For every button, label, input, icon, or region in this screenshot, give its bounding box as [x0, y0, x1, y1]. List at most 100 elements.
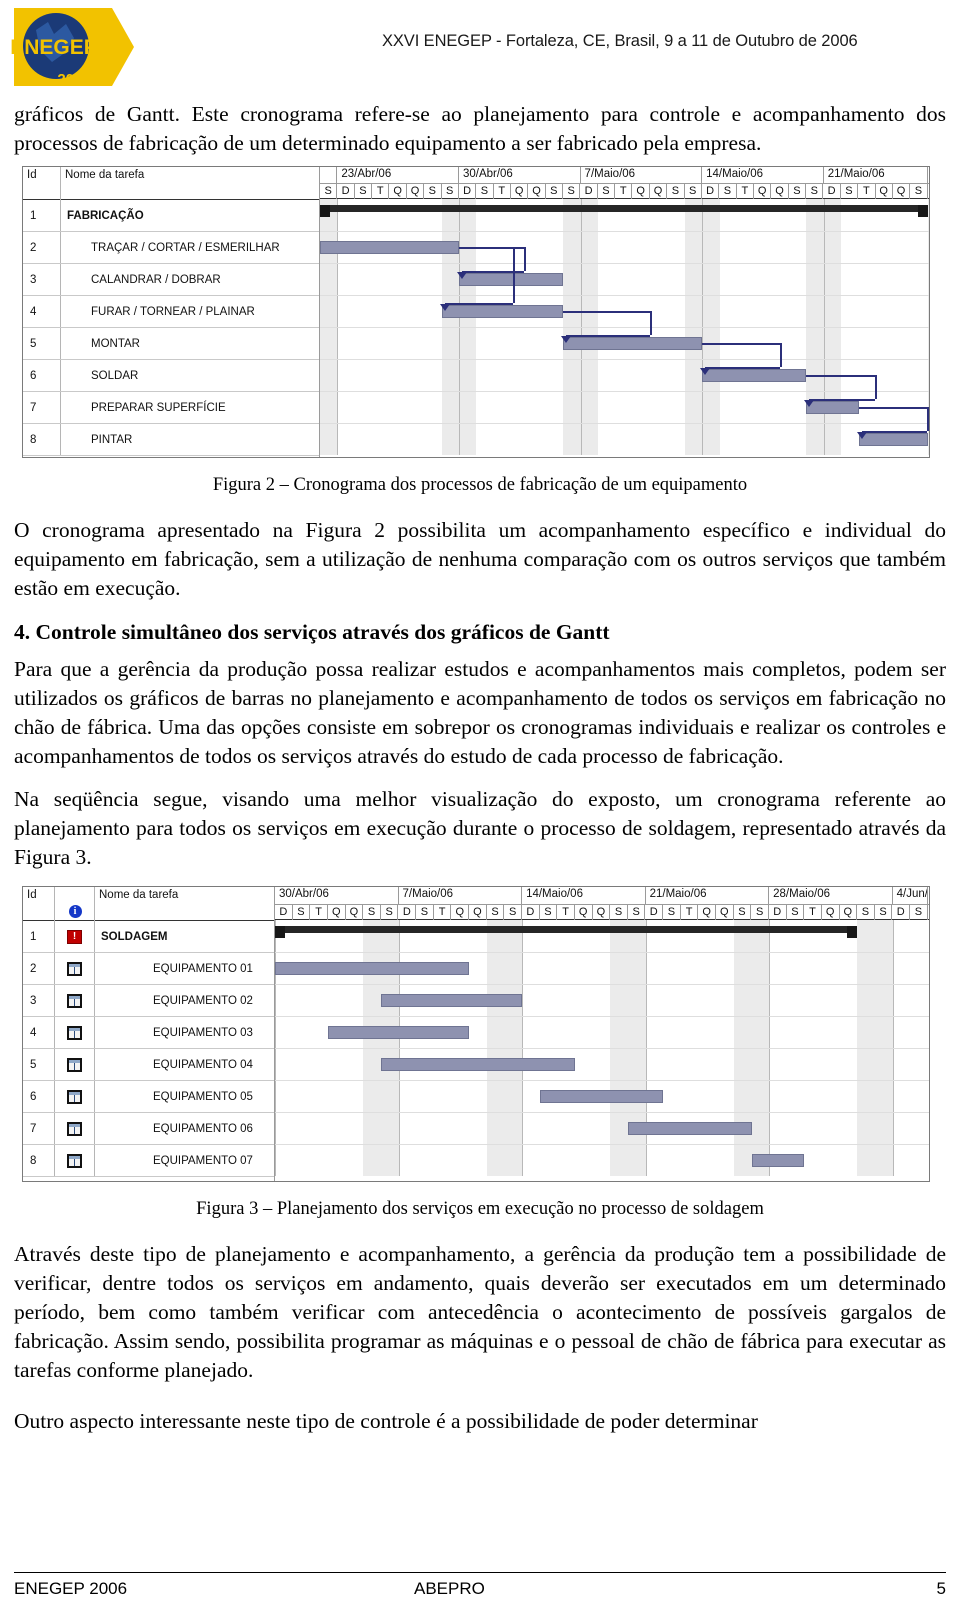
- dependency-link: [650, 311, 652, 335]
- sheet-icon: [67, 993, 82, 1008]
- figure-2-caption: Figura 2 – Cronograma dos processos de f…: [212, 475, 748, 495]
- timescale-week: 4/Jun/06: [893, 887, 928, 905]
- task-name: PREPARAR SUPERFÍCIE: [91, 401, 226, 414]
- table-row[interactable]: 6 EQUIPAMENTO 05: [23, 1081, 274, 1113]
- table-row[interactable]: 6 SOLDAR: [23, 360, 319, 392]
- timescale-day: S: [320, 184, 338, 199]
- task-bar[interactable]: [275, 962, 470, 975]
- page-number: 5: [936, 1579, 946, 1598]
- dependency-arrow-icon: [439, 304, 450, 311]
- timescale-day: Q: [528, 184, 546, 199]
- gantt-col-header: Nome da tarefa: [99, 889, 179, 901]
- gantt1-task-table[interactable]: Id Nome da tarefa 1 FABRICAÇÃO 2 TRAÇAR / COR…: [23, 167, 320, 457]
- table-row[interactable]: 3 CALANDRAR / DOBRAR: [23, 264, 319, 296]
- table-row[interactable]: 7 EQUIPAMENTO 06: [23, 1113, 274, 1145]
- timescale-day: S: [806, 184, 824, 199]
- table-row[interactable]: 5 EQUIPAMENTO 04: [23, 1049, 274, 1081]
- timescale-day: Q: [328, 905, 346, 920]
- timescale-day: D: [398, 905, 417, 920]
- row-gridline: [320, 263, 929, 264]
- table-row[interactable]: 4 EQUIPAMENTO 03: [23, 1017, 274, 1049]
- gantt-plot-area[interactable]: [320, 199, 929, 455]
- page-header: ENEGEP 2006 XXVI ENEGEP - Fortaleza, CE,…: [0, 0, 960, 96]
- timescale-day: Q: [511, 184, 529, 199]
- task-bar[interactable]: [458, 273, 564, 286]
- task-bar[interactable]: [380, 994, 523, 1007]
- table-row[interactable]: 5 MONTAR: [23, 328, 319, 360]
- task-bar[interactable]: [327, 1026, 470, 1039]
- table-row[interactable]: 2 TRAÇAR / CORTAR / ESMERILHAR: [23, 232, 319, 264]
- timescale-day: D: [275, 905, 293, 920]
- task-bar[interactable]: [441, 305, 564, 318]
- task-bar[interactable]: [627, 1122, 752, 1135]
- task-bar[interactable]: [320, 241, 459, 254]
- task-icon-cell: !: [55, 921, 95, 952]
- summary-end-cap: [918, 205, 928, 217]
- timescale-day: D: [459, 184, 477, 199]
- timescale-week: 30/Abr/06: [459, 167, 581, 184]
- timescale-day: S: [751, 905, 769, 920]
- timescale-day: S: [355, 184, 373, 199]
- task-icon-cell: [55, 985, 95, 1016]
- paragraph-6: Outro aspecto interessante neste tipo de…: [14, 1409, 758, 1433]
- timescale-day: S: [293, 905, 311, 920]
- task-name: CALANDRAR / DOBRAR: [91, 273, 221, 286]
- timescale-day: T: [494, 184, 511, 199]
- table-row[interactable]: 8 EQUIPAMENTO 07: [23, 1145, 274, 1177]
- timescale-day: T: [681, 905, 699, 920]
- timescale-day: D: [823, 184, 841, 199]
- gantt-chart-figura-3[interactable]: Id i Nome da tarefa 1! SOLDAGEM 2 EQUIPAMENTO …: [22, 886, 930, 1182]
- summary-bar[interactable]: [275, 926, 858, 933]
- task-id: 1: [23, 200, 61, 231]
- timescale-day: S: [787, 905, 805, 920]
- gantt2-timeline[interactable]: 30/Abr/06 7/Maio/06 14/Maio/06 21/Maio/06 28…: [275, 887, 929, 1181]
- task-id: 1: [23, 921, 55, 952]
- timescale-day: Q: [840, 905, 858, 920]
- timescale-day: Q: [407, 184, 425, 199]
- task-bar[interactable]: [858, 433, 928, 446]
- paragraph-5: Através deste tipo de planejamento e aco…: [14, 1242, 946, 1382]
- timescale-day: S: [381, 905, 399, 920]
- gantt2-task-table[interactable]: Id i Nome da tarefa 1! SOLDAGEM 2 EQUIPAMENTO …: [23, 887, 275, 1181]
- task-name: EQUIPAMENTO 01: [153, 962, 253, 975]
- task-icon-cell: [55, 1113, 95, 1144]
- row-gridline: [320, 231, 929, 232]
- task-bar[interactable]: [539, 1090, 664, 1103]
- table-row[interactable]: 8 PINTAR: [23, 424, 319, 456]
- gantt1-timeline[interactable]: 23/Abr/06 30/Abr/06 7/Maio/06 14/Maio/06 21/…: [320, 167, 929, 457]
- task-icon-cell: [55, 953, 95, 984]
- task-id: 5: [23, 328, 61, 359]
- timescale-day: S: [424, 184, 442, 199]
- task-bar[interactable]: [751, 1154, 805, 1167]
- gantt-chart-figura-2[interactable]: Id Nome da tarefa 1 FABRICAÇÃO 2 TRAÇAR / COR…: [22, 166, 930, 458]
- table-row[interactable]: 1! SOLDAGEM: [23, 921, 274, 953]
- timescale-day: Q: [389, 184, 407, 199]
- row-gridline: [275, 1112, 929, 1113]
- dependency-link: [566, 335, 650, 337]
- timescale-day: S: [667, 184, 685, 199]
- table-row[interactable]: 3 EQUIPAMENTO 02: [23, 985, 274, 1017]
- table-row[interactable]: 1 FABRICAÇÃO: [23, 200, 319, 232]
- timescale-day: Q: [469, 905, 487, 920]
- gantt-plot-area[interactable]: [275, 920, 929, 1176]
- summary-start-cap: [275, 926, 285, 938]
- timescale-day: S: [610, 905, 628, 920]
- svg-text:2006: 2006: [57, 71, 90, 88]
- task-bar[interactable]: [380, 1058, 576, 1071]
- svg-text:ENEGEP: ENEGEP: [10, 36, 98, 59]
- table-row[interactable]: 4 FURAR / TORNEAR / PLAINAR: [23, 296, 319, 328]
- task-icon-cell: [55, 1049, 95, 1080]
- summary-bar[interactable]: [320, 205, 928, 212]
- timescale-week: 21/Maio/06: [824, 167, 928, 184]
- gantt-col-header: Nome da tarefa: [65, 169, 145, 181]
- figure-3-caption: Figura 3 – Planejamento dos serviços em …: [196, 1199, 764, 1219]
- sheet-icon: [67, 1025, 82, 1040]
- table-row[interactable]: 7 PREPARAR SUPERFÍCIE: [23, 392, 319, 424]
- task-bar[interactable]: [702, 369, 807, 382]
- task-bar[interactable]: [563, 337, 703, 350]
- table-row[interactable]: 2 EQUIPAMENTO 01: [23, 953, 274, 985]
- task-name: EQUIPAMENTO 05: [153, 1090, 253, 1103]
- row-gridline: [320, 391, 929, 392]
- timescale-day: S: [841, 184, 859, 199]
- dependency-link: [875, 375, 877, 399]
